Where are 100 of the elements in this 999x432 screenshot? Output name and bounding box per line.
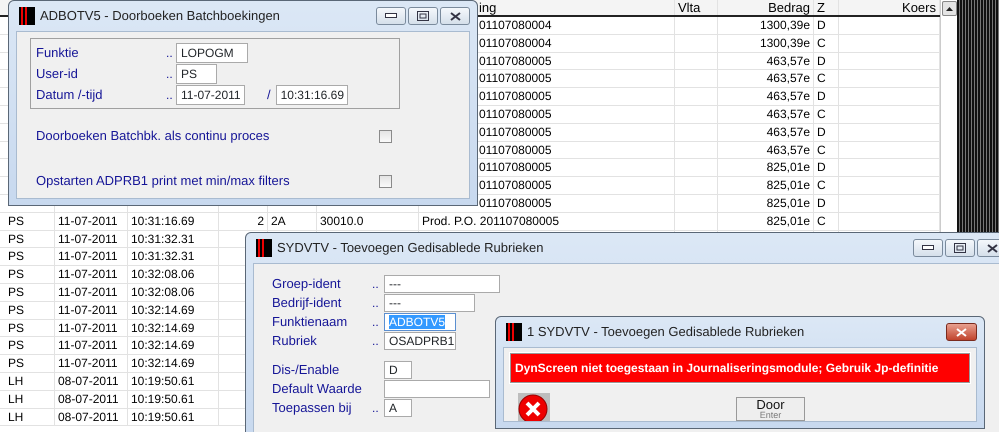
table-cell: LH (5, 408, 55, 426)
table-cell: 10:32:14.69 (128, 355, 219, 372)
input-field[interactable]: PS (176, 64, 217, 84)
table-cell: 825,01e (718, 212, 814, 230)
table-cell: 10:32:14.69 (128, 302, 219, 319)
table-cell: D (814, 194, 839, 212)
leader-dots: .. (372, 314, 380, 331)
input-field[interactable]: 11-07-2011 (176, 84, 245, 104)
table-cell: C (814, 70, 839, 88)
option-label: Opstarten ADPRB1 print met min/max filters (36, 172, 290, 190)
scroll-up-button[interactable] (942, 1, 957, 16)
table-cell: Prod. P.O. 201107080005 (419, 212, 675, 230)
checkbox[interactable] (379, 130, 392, 142)
option-label: Doorboeken Batchbk. als continu proces (36, 127, 270, 146)
table-cell: 11-07-2011 (55, 302, 128, 319)
input-field[interactable]: --- (384, 294, 475, 312)
maximize-button[interactable] (408, 7, 438, 25)
table-cell: C (814, 142, 839, 158)
close-button[interactable] (946, 323, 977, 341)
table-cell: C (814, 106, 839, 123)
table-cell: 11-07-2011 (55, 230, 128, 248)
table-cell: PS (5, 266, 55, 283)
table-cell: 11-07-2011 (55, 355, 128, 372)
input-field[interactable]: 10:31:16.69 (276, 84, 348, 104)
caret-up-icon (946, 6, 953, 10)
leader-dots: .. (166, 44, 174, 62)
table-cell: 11-07-2011 (55, 212, 128, 230)
input-field[interactable]: A (384, 398, 412, 417)
table-cell: LH (5, 390, 55, 408)
table-cell: PS (5, 230, 55, 248)
table-cell: 11-07-2011 (55, 337, 128, 354)
field-label: Funktie (36, 44, 80, 62)
column-header: Bedrag (718, 0, 814, 15)
leader-dots: .. (372, 400, 380, 417)
table-cell: 10:32:14.69 (128, 337, 219, 354)
table-cell: 463,57e (718, 88, 814, 105)
table-cell: LH (5, 372, 55, 390)
input-field[interactable] (384, 380, 490, 398)
input-field[interactable]: --- (384, 274, 500, 293)
minimize-button[interactable] (913, 239, 943, 257)
table-cell: 10:19:50.61 (128, 372, 219, 390)
close-icon (450, 12, 460, 20)
table-cell: PS (5, 337, 55, 354)
table-cell: D (814, 52, 839, 70)
field-label: Toepassen bij (272, 399, 352, 417)
table-cell: PS (5, 320, 55, 336)
stripes-icon (256, 239, 272, 257)
leader-dots: .. (166, 86, 174, 104)
stripes-icon (19, 7, 35, 25)
table-cell: 825,01e (718, 177, 814, 194)
close-icon (986, 244, 998, 252)
input-field[interactable]: LOPOGM (176, 42, 248, 62)
table-cell: 10:32:08.06 (128, 284, 219, 301)
table-cell: 11-07-2011 (55, 284, 128, 301)
field-label: Dis-/Enable (272, 361, 340, 379)
table-cell: 10:32:08.06 (128, 266, 219, 283)
input-field[interactable]: OSADPRB1 (384, 332, 456, 350)
leader-dots: .. (372, 294, 380, 312)
maximize-button[interactable] (945, 239, 975, 257)
field-label: Rubriek (272, 332, 318, 350)
table-cell: PS (5, 355, 55, 372)
table-cell: 1300,39e (718, 34, 814, 52)
field-label: Funktienaam (272, 313, 348, 331)
error-icon (518, 393, 550, 421)
table-cell: 825,01e (718, 159, 814, 176)
checkbox[interactable] (379, 174, 392, 188)
table-cell: 10:19:50.61 (128, 408, 219, 426)
table-cell: 463,57e (718, 142, 814, 158)
table-cell: D (814, 159, 839, 176)
table-cell: D (814, 124, 839, 141)
table-cell: 11-07-2011 (55, 266, 128, 283)
table-cell: PS (5, 284, 55, 301)
close-button[interactable] (440, 7, 470, 25)
close-icon (956, 328, 967, 336)
table-cell: 825,01e (718, 194, 814, 212)
close-button[interactable] (977, 239, 999, 257)
table-cell: C (814, 34, 839, 52)
table-cell: 2A (268, 212, 317, 230)
table-cell: 2 (219, 212, 268, 230)
table-cell: 10:31:32.31 (128, 230, 219, 248)
table-cell: 08-07-2011 (55, 408, 128, 426)
separator: / (267, 86, 271, 104)
input-field[interactable]: D (384, 360, 412, 379)
table-cell: 10:31:16.69 (128, 212, 219, 230)
window-title: 1 SYDVTV - Toevoegen Gedisablede Rubrieken (527, 323, 804, 342)
table-cell: 11-07-2011 (55, 248, 128, 266)
field-label: Default Waarde (272, 380, 363, 398)
table-cell: 463,57e (718, 106, 814, 123)
table-cell: D (814, 88, 839, 105)
table-cell: 463,57e (718, 124, 814, 141)
leader-dots: .. (372, 276, 380, 293)
minimize-button[interactable] (376, 7, 406, 25)
table-cell: 08-07-2011 (55, 372, 128, 390)
table-cell: 08-07-2011 (55, 390, 128, 408)
continue-button[interactable]: Door Enter (736, 397, 805, 421)
table-cell: PS (5, 212, 55, 230)
table-cell: C (814, 177, 839, 194)
column-header: Z (814, 0, 839, 15)
maximize-icon (417, 11, 429, 21)
window-title: ADBOTV5 - Doorboeken Batchboekingen (40, 7, 280, 26)
